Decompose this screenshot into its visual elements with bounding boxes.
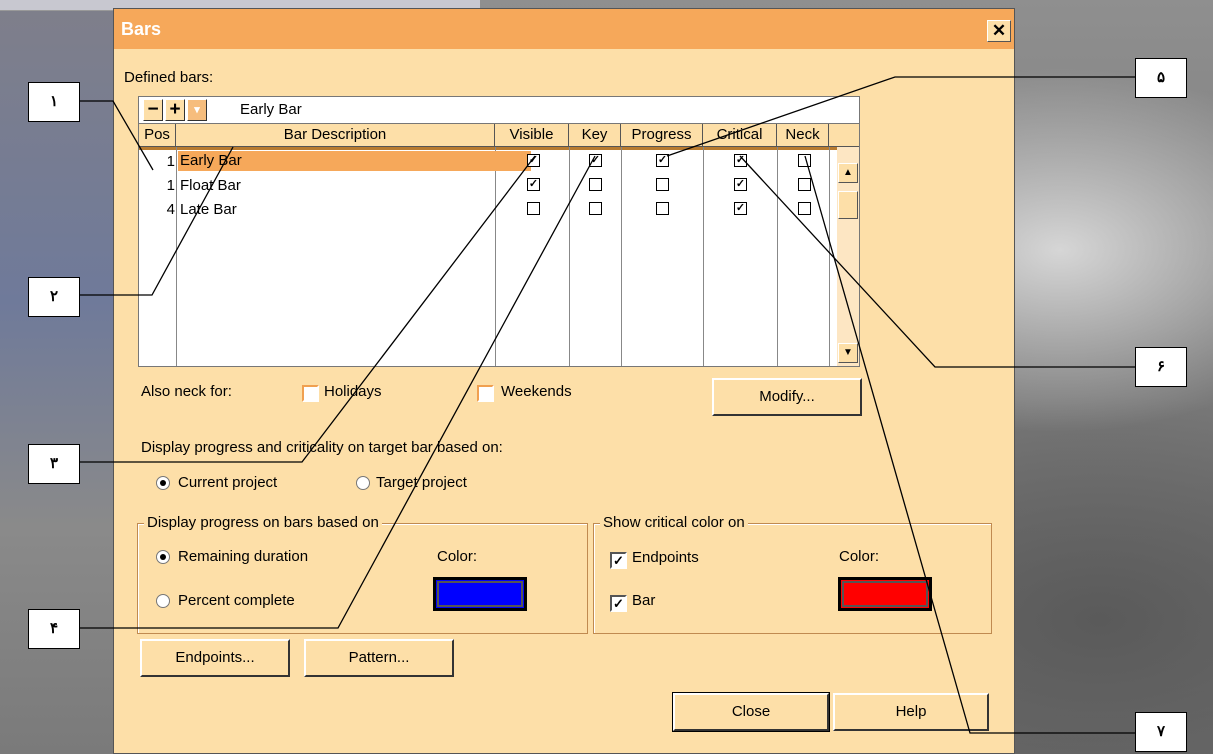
table-row[interactable]: 4 Late Bar ✓ [139,198,837,222]
col-header-visible[interactable]: Visible [495,124,569,147]
weekends-checkbox[interactable] [477,385,494,402]
callout-5: ۵ [1135,58,1187,98]
col-header-key[interactable]: Key [569,124,621,147]
callout-2: ٢ [28,277,80,317]
remaining-duration-radio[interactable] [156,550,170,564]
row-description[interactable]: Float Bar [178,177,243,194]
bar-label[interactable]: Bar [632,592,655,609]
defined-bars-label: Defined bars: [124,69,214,86]
callout-1: ١ [28,82,80,122]
neck-checkbox[interactable] [798,178,811,191]
callout-3: ٣ [28,444,80,484]
delete-bar-button[interactable]: − [143,99,163,121]
progress-checkbox[interactable] [656,178,669,191]
progress-color-label: Color: [437,548,478,565]
vertical-scrollbar[interactable]: ▲ ▼ [837,147,859,366]
critical-checkbox[interactable]: ✓ [734,178,747,191]
weekends-label[interactable]: Weekends [501,383,572,400]
current-project-radio[interactable] [156,476,170,490]
endpoints-label[interactable]: Endpoints [632,549,699,566]
progress-checkbox[interactable] [656,202,669,215]
modify-button[interactable]: Modify... [712,378,862,416]
critical-color-group: Show critical color on [593,514,992,634]
remaining-duration-label[interactable]: Remaining duration [178,548,308,565]
table-row[interactable]: 1 Early Bar ✓ ✓ ✓ ✓ [139,150,837,174]
neck-for-label: Also neck for: [141,383,232,400]
pattern-button[interactable]: Pattern... [304,639,454,677]
close-button[interactable]: Close [672,692,830,732]
row-pos: 1 [166,153,175,170]
col-header-description[interactable]: Bar Description [176,124,495,147]
target-project-label[interactable]: Target project [376,474,467,491]
bar-checkbox[interactable]: ✓ [610,595,627,612]
key-checkbox[interactable]: ✓ [589,154,602,167]
progress-color-swatch[interactable] [433,577,527,611]
title-bar[interactable]: Bars ✕ [114,9,1014,49]
row-pos: 4 [166,201,175,218]
bar-name-input[interactable]: Early Bar [240,101,302,118]
endpoints-button[interactable]: Endpoints... [140,639,290,677]
dropdown-arrow-icon[interactable]: ▾ [187,99,207,121]
current-project-label[interactable]: Current project [178,474,277,491]
table-row[interactable]: 1 Float Bar ✓ ✓ [139,174,837,198]
neck-checkbox[interactable] [798,202,811,215]
bars-grid: Pos Bar Description Visible Key Progress… [138,124,860,367]
critical-checkbox[interactable]: ✓ [734,202,747,215]
dialog-title: Bars [121,19,162,39]
critical-checkbox[interactable]: ✓ [734,154,747,167]
key-checkbox[interactable] [589,178,602,191]
callout-4: ۴ [28,609,80,649]
col-header-critical[interactable]: Critical [703,124,777,147]
endpoints-checkbox[interactable]: ✓ [610,552,627,569]
close-icon[interactable]: ✕ [987,20,1011,42]
callout-7: ٧ [1135,712,1187,752]
key-checkbox[interactable] [589,202,602,215]
holidays-label[interactable]: Holidays [324,383,382,400]
neck-checkbox[interactable] [798,154,811,167]
progress-group-title: Display progress on bars based on [144,514,382,531]
scroll-thumb[interactable] [838,191,858,219]
target-project-radio[interactable] [356,476,370,490]
critical-color-label: Color: [839,548,880,565]
percent-complete-label[interactable]: Percent complete [178,592,295,609]
target-basis-label: Display progress and criticality on targ… [141,439,503,456]
col-header-neck[interactable]: Neck [777,124,829,147]
callout-6: ۶ [1135,347,1187,387]
col-header-progress[interactable]: Progress [621,124,703,147]
critical-group-title: Show critical color on [600,514,748,531]
bar-edit-row: − + ▾ Early Bar [138,96,860,124]
progress-checkbox[interactable]: ✓ [656,154,669,167]
visible-checkbox[interactable]: ✓ [527,154,540,167]
col-header-pos[interactable]: Pos [139,124,176,147]
add-bar-button[interactable]: + [165,99,185,121]
holidays-checkbox[interactable] [302,385,319,402]
scroll-down-icon[interactable]: ▼ [838,343,858,363]
critical-color-swatch[interactable] [838,577,932,611]
col-header-filler [829,124,859,147]
percent-complete-radio[interactable] [156,594,170,608]
visible-checkbox[interactable] [527,202,540,215]
bars-dialog: Bars ✕ Defined bars: − + ▾ Early Bar Pos… [113,8,1015,754]
row-pos: 1 [166,177,175,194]
visible-checkbox[interactable]: ✓ [527,178,540,191]
row-description[interactable]: Late Bar [178,201,239,218]
help-button[interactable]: Help [833,693,989,731]
scroll-up-icon[interactable]: ▲ [838,163,858,183]
row-description[interactable]: Early Bar [178,151,531,171]
